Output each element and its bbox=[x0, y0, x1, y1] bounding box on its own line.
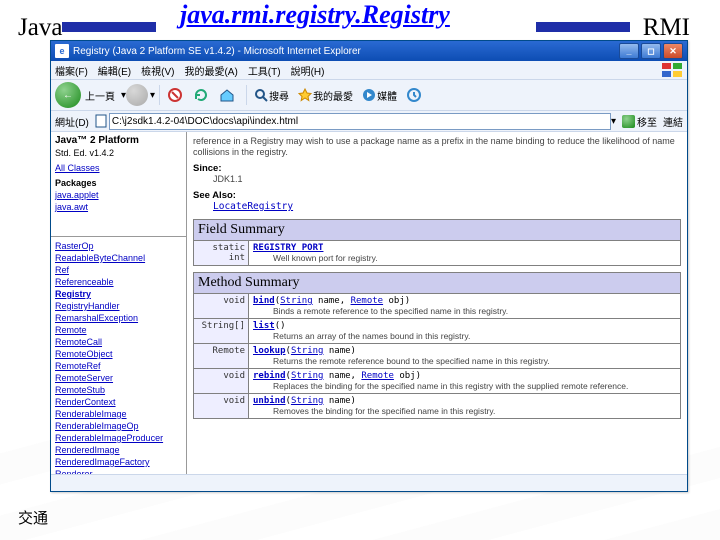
method-return: void bbox=[194, 369, 249, 393]
doc-paragraph: reference in a Registry may wish to use … bbox=[193, 136, 681, 158]
class-link[interactable]: Remote bbox=[55, 324, 182, 336]
overview-frame[interactable]: Java™ 2 Platform Std. Ed. v1.4.2 All Cla… bbox=[51, 132, 186, 237]
menu-edit[interactable]: 編輯(E) bbox=[98, 63, 131, 78]
method-desc: Binds a remote reference to the specifie… bbox=[253, 306, 676, 316]
class-link[interactable]: RenderableImage bbox=[55, 408, 182, 420]
refresh-button[interactable] bbox=[190, 84, 212, 106]
window-title: Registry (Java 2 Platform SE v1.4.2) - M… bbox=[73, 46, 617, 57]
close-button[interactable]: ✕ bbox=[663, 43, 683, 59]
method-link[interactable]: unbind bbox=[253, 396, 286, 406]
class-link[interactable]: RemoteServer bbox=[55, 372, 182, 384]
browser-window: e Registry (Java 2 Platform SE v1.4.2) -… bbox=[50, 40, 688, 492]
package-link[interactable]: java.awt bbox=[55, 201, 182, 213]
page-icon bbox=[93, 113, 109, 129]
class-link[interactable]: RemoteStub bbox=[55, 384, 182, 396]
method-summary-header: Method Summary bbox=[193, 272, 681, 294]
method-row: voidrebind(String name, Remote obj)Repla… bbox=[193, 369, 681, 394]
minimize-button[interactable]: _ bbox=[619, 43, 639, 59]
back-button[interactable]: ← bbox=[55, 82, 81, 108]
package-link[interactable]: java.applet bbox=[55, 189, 182, 201]
menu-view[interactable]: 檢視(V) bbox=[141, 63, 174, 78]
slide-footer: 交通 bbox=[18, 507, 48, 528]
forward-button[interactable] bbox=[126, 84, 148, 106]
method-return: void bbox=[194, 294, 249, 318]
class-link[interactable]: RasterOp bbox=[55, 240, 182, 252]
history-button[interactable] bbox=[403, 84, 425, 106]
slide-title-left: Java bbox=[18, 14, 62, 42]
chevron-down-icon[interactable]: ▾ bbox=[150, 90, 155, 101]
method-desc: Returns an array of the names bound in t… bbox=[253, 331, 676, 341]
class-link[interactable]: RemoteRef bbox=[55, 360, 182, 372]
class-list-frame[interactable]: RasterOpReadableByteChannelRefReferencea… bbox=[51, 237, 186, 474]
class-link[interactable]: RegistryHandler bbox=[55, 300, 182, 312]
field-desc: Well known port for registry. bbox=[253, 253, 676, 263]
method-row: Remotelookup(String name)Returns the rem… bbox=[193, 344, 681, 369]
stop-button[interactable] bbox=[164, 84, 186, 106]
ie-icon: e bbox=[55, 44, 69, 58]
menu-tools[interactable]: 工具(T) bbox=[248, 63, 281, 78]
method-link[interactable]: lookup bbox=[253, 346, 286, 356]
packages-header: Packages bbox=[55, 178, 182, 188]
doc-frame[interactable]: reference in a Registry may wish to use … bbox=[187, 132, 687, 474]
class-link[interactable]: RenderedImage bbox=[55, 444, 182, 456]
method-row: voidbind(String name, Remote obj)Binds a… bbox=[193, 294, 681, 319]
status-bar bbox=[51, 474, 687, 491]
windows-flag-icon bbox=[661, 63, 683, 77]
toolbar: ← 上一頁 ▾ ▾ 搜尋 我的最愛 媒體 bbox=[51, 80, 687, 111]
seealso-link[interactable]: LocateRegistry bbox=[193, 201, 681, 213]
media-button[interactable]: 媒體 bbox=[359, 84, 399, 106]
address-input[interactable]: C:\j2sdk1.4.2-04\DOC\docs\api\index.html bbox=[109, 113, 611, 130]
class-link[interactable]: RenderContext bbox=[55, 396, 182, 408]
class-link[interactable]: Registry bbox=[55, 288, 182, 300]
all-classes-link[interactable]: All Classes bbox=[55, 162, 182, 174]
search-button[interactable]: 搜尋 bbox=[251, 84, 291, 106]
method-desc: Returns the remote reference bound to th… bbox=[253, 356, 676, 366]
go-button[interactable]: 移至 bbox=[622, 114, 657, 129]
class-link[interactable]: Referenceable bbox=[55, 276, 182, 288]
slide-title-right: RMI bbox=[643, 14, 690, 42]
slide-title-link[interactable]: java.rmi.registry.Registry bbox=[180, 0, 450, 30]
class-link[interactable]: RemarshalException bbox=[55, 312, 182, 324]
menu-favorites[interactable]: 我的最愛(A) bbox=[184, 63, 237, 78]
method-row: voidunbind(String name)Removes the bindi… bbox=[193, 394, 681, 419]
method-link[interactable]: rebind bbox=[253, 371, 286, 381]
address-label: 網址(D) bbox=[55, 114, 89, 129]
menu-help[interactable]: 說明(H) bbox=[291, 63, 325, 78]
field-link[interactable]: REGISTRY_PORT bbox=[253, 243, 323, 253]
since-label: Since: bbox=[193, 163, 681, 174]
class-link[interactable]: RenderableImageProducer bbox=[55, 432, 182, 444]
class-link[interactable]: Ref bbox=[55, 264, 182, 276]
favorites-button[interactable]: 我的最愛 bbox=[295, 84, 355, 106]
method-return: Remote bbox=[194, 344, 249, 368]
platform-title: Java™ 2 Platform bbox=[55, 135, 182, 146]
method-return: String[] bbox=[194, 319, 249, 343]
since-value: JDK1.1 bbox=[193, 174, 681, 185]
back-label[interactable]: 上一頁 bbox=[83, 84, 117, 106]
method-link[interactable]: list bbox=[253, 321, 275, 331]
class-link[interactable]: RemoteObject bbox=[55, 348, 182, 360]
titlebar[interactable]: e Registry (Java 2 Platform SE v1.4.2) -… bbox=[51, 41, 687, 61]
field-summary-header: Field Summary bbox=[193, 219, 681, 241]
menubar: 檔案(F) 編輯(E) 檢視(V) 我的最愛(A) 工具(T) 說明(H) bbox=[51, 61, 687, 80]
home-button[interactable] bbox=[216, 84, 238, 106]
platform-version: Std. Ed. v1.4.2 bbox=[55, 148, 182, 158]
links-label[interactable]: 連結 bbox=[663, 114, 683, 129]
class-link[interactable]: RenderedImageFactory bbox=[55, 456, 182, 468]
method-desc: Replaces the binding for the specified n… bbox=[253, 381, 676, 391]
chevron-down-icon[interactable]: ▾ bbox=[611, 116, 616, 127]
class-link[interactable]: RenderableImageOp bbox=[55, 420, 182, 432]
method-row: String[]list()Returns an array of the na… bbox=[193, 319, 681, 344]
class-link[interactable]: RemoteCall bbox=[55, 336, 182, 348]
field-type: static int bbox=[194, 241, 249, 265]
field-row: static int REGISTRY_PORT Well known port… bbox=[193, 241, 681, 266]
method-desc: Removes the binding for the specified na… bbox=[253, 406, 676, 416]
method-link[interactable]: bind bbox=[253, 296, 275, 306]
menu-file[interactable]: 檔案(F) bbox=[55, 63, 88, 78]
maximize-button[interactable]: ◻ bbox=[641, 43, 661, 59]
address-bar: 網址(D) C:\j2sdk1.4.2-04\DOC\docs\api\inde… bbox=[51, 111, 687, 132]
class-link[interactable]: ReadableByteChannel bbox=[55, 252, 182, 264]
seealso-label: See Also: bbox=[193, 190, 681, 201]
method-return: void bbox=[194, 394, 249, 418]
